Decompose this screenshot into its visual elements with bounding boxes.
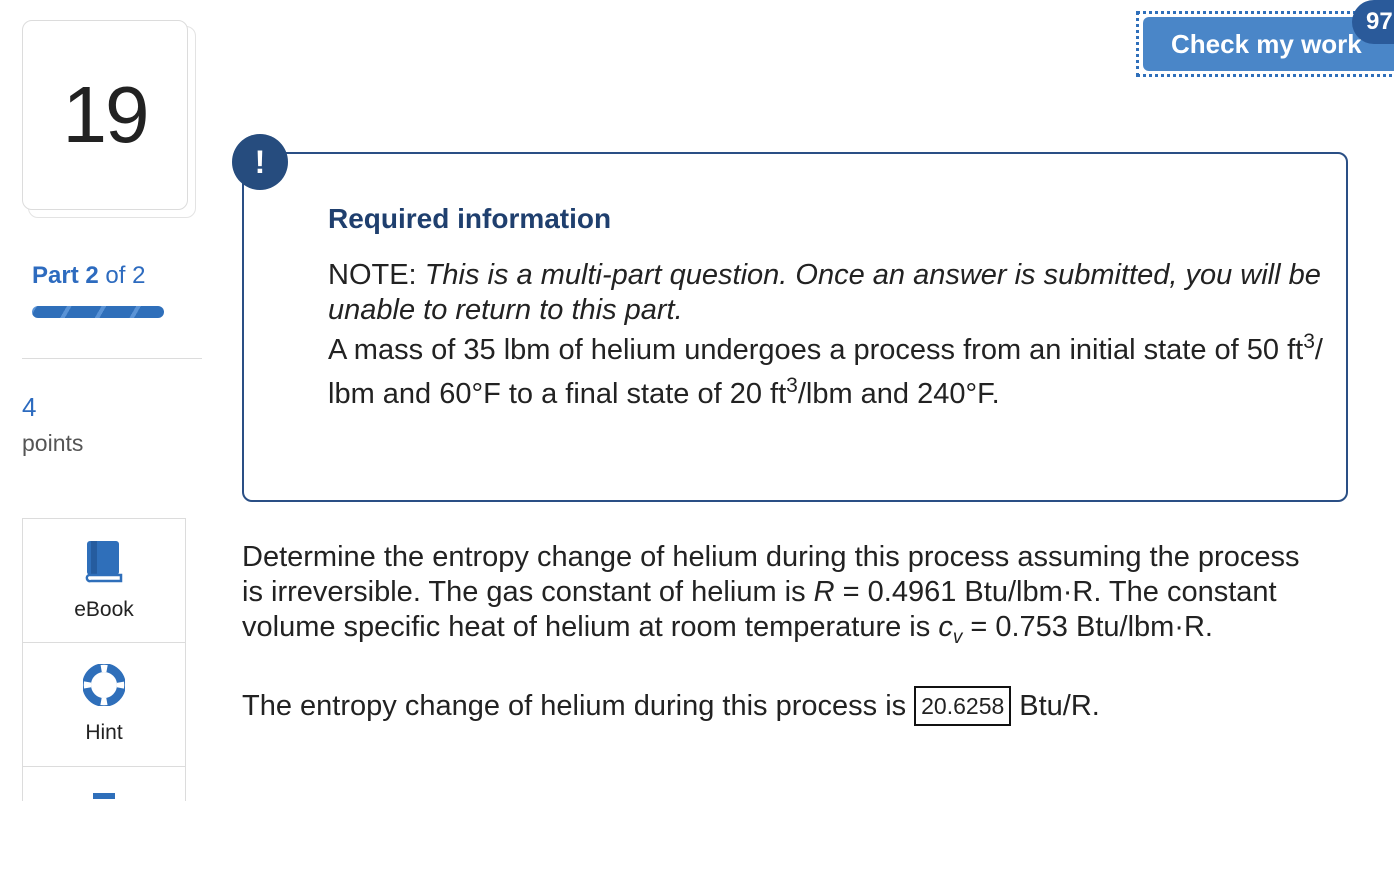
lifebuoy-icon [82, 663, 126, 711]
prompt-line-3b: = 0.753 Btu/lbm·R. [962, 611, 1213, 643]
note-text: NOTE: This is a multi-part question. Onc… [328, 258, 1328, 328]
specific-heat-subscript: v [952, 626, 963, 648]
score-badge: 97 [1352, 0, 1394, 44]
given-text-1: A mass of 35 lbm of helium undergoes a p… [328, 334, 1304, 366]
question-number: 19 [62, 70, 150, 159]
superscript-1: 3 [1303, 330, 1315, 353]
gas-constant-symbol: R [813, 576, 835, 608]
tools-panel: eBook Hint [22, 518, 186, 801]
part-indicator: Part 2 of 2 [32, 262, 145, 290]
given-text-3: /lbm and 240°F. [797, 378, 1000, 410]
part-label: Part [32, 262, 79, 289]
points-label: points [22, 430, 84, 456]
answer-input[interactable]: 20.6258 [914, 686, 1012, 726]
prompt-line-2a: is irreversible. The gas constant of hel… [242, 576, 814, 608]
prompt-line-1: Determine the entropy change of helium d… [242, 541, 1300, 573]
next-tool-button[interactable] [23, 767, 185, 890]
prompt-line-3a: volume specific heat of helium at room t… [242, 611, 939, 643]
superscript-2: 3 [786, 374, 798, 397]
ebook-label: eBook [74, 598, 134, 621]
answer-prefix: The entropy change of helium during this… [242, 689, 907, 722]
book-icon [85, 539, 123, 588]
points-value: 4 [22, 392, 37, 422]
prompt-line-2: is irreversible. The gas constant of hel… [242, 575, 1394, 610]
required-information-title: Required information [328, 203, 612, 234]
part-current: 2 [85, 262, 99, 289]
given-information: A mass of 35 lbm of helium undergoes a p… [328, 328, 1328, 416]
question-number-card: 19 [22, 20, 188, 210]
hint-label: Hint [85, 721, 123, 744]
part-total: of 2 [105, 262, 146, 289]
answer-unit: Btu/R. [1019, 689, 1100, 722]
ebook-button[interactable]: eBook [23, 519, 185, 643]
hint-button[interactable]: Hint [23, 643, 185, 767]
alert-icon: ! [232, 134, 288, 190]
prompt-line-2b: = 0.4961 Btu/lbm·R. The constant [834, 576, 1277, 608]
prompt-line-3: volume specific heat of helium at room t… [242, 610, 1394, 648]
question-prompt: Determine the entropy change of helium d… [242, 540, 1394, 648]
divider [22, 358, 202, 359]
part-progress-bar [32, 306, 164, 318]
tool-icon-partial [93, 793, 115, 799]
note-prefix: NOTE: [328, 259, 417, 291]
note-body: This is a multi-part question. Once an a… [328, 259, 1321, 326]
answer-line: The entropy change of helium during this… [242, 686, 1100, 726]
specific-heat-symbol: c [938, 611, 953, 643]
